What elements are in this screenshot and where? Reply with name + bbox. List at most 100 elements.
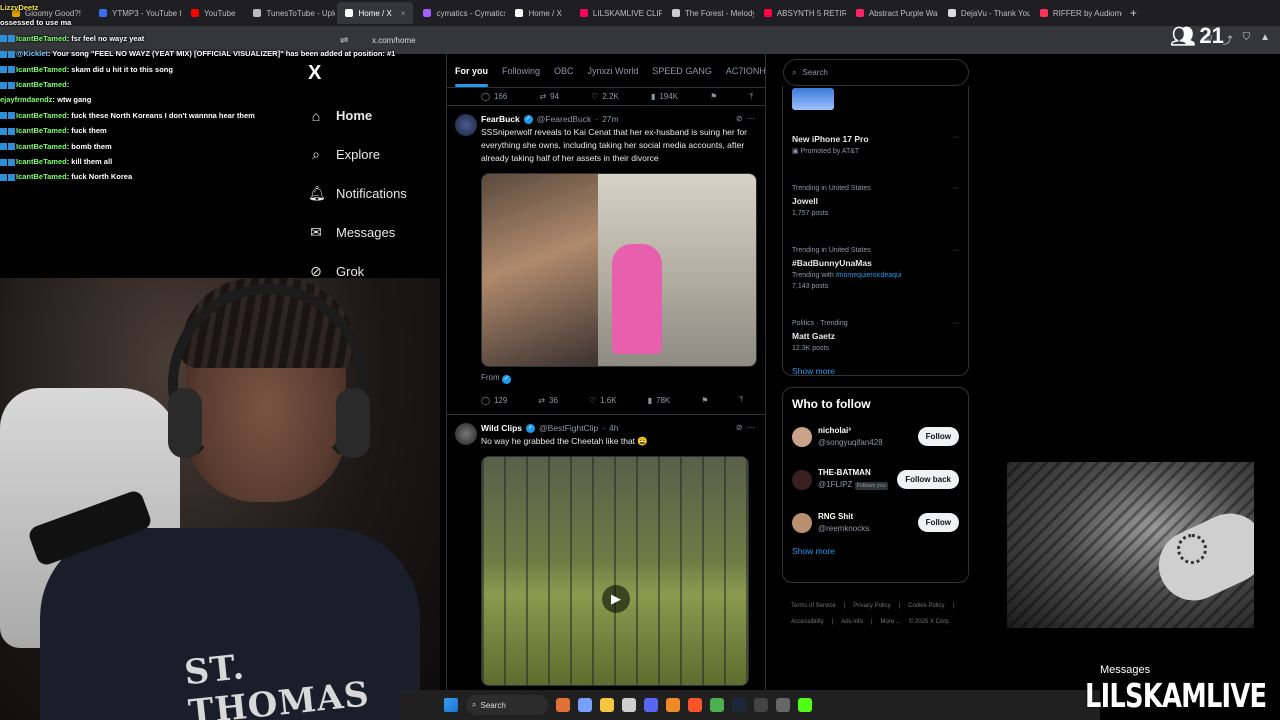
tweet-time[interactable]: 4h — [609, 423, 618, 433]
timeline-tab[interactable]: Following — [502, 66, 540, 76]
author-handle[interactable]: @FearedBuck — [537, 114, 591, 124]
grok-icon[interactable]: ⊘ — [736, 423, 743, 432]
store-icon[interactable] — [622, 698, 636, 712]
chat-username[interactable]: IcantBeTamed — [16, 34, 67, 43]
footer-link[interactable]: Cookie Policy — [908, 598, 944, 614]
browser-tab[interactable]: cymatics - Cymatics D — [415, 2, 505, 24]
footer-link[interactable]: Accessibility — [791, 614, 824, 630]
timeline-tab[interactable]: For you — [455, 66, 488, 87]
more-icon[interactable]: ··· — [952, 132, 959, 143]
chat-username[interactable]: IcantBeTamed — [16, 65, 67, 74]
widgets-icon[interactable] — [556, 698, 570, 712]
browser-tab[interactable]: DejaVu - Thank You | — [940, 2, 1030, 24]
avatar[interactable] — [792, 512, 812, 533]
browser-tab[interactable]: The Forest - Melody o — [664, 2, 754, 24]
chrome-icon[interactable] — [710, 698, 724, 712]
share-icon[interactable]: ⤴ — [1223, 32, 1233, 47]
new-tab-button[interactable]: + — [1124, 6, 1143, 20]
browser-tab[interactable]: Home / X × — [337, 2, 414, 24]
follow-suggestion[interactable]: RNG Shit @reemknocks Follow — [783, 501, 968, 544]
timeline-tab[interactable]: Jynxzi World — [588, 66, 639, 76]
footer-link[interactable]: Privacy Policy — [853, 598, 890, 614]
author-name[interactable]: Wild Clips — [481, 423, 522, 433]
steam-icon[interactable] — [732, 698, 746, 712]
follow-suggestion[interactable]: THE-BATMAN @1FLIPZ Follows you Follow back — [783, 458, 968, 501]
more-icon[interactable]: ··· — [952, 318, 959, 329]
browser-tab[interactable]: ABSYNTH 5 RETIRED — [756, 2, 846, 24]
ad-thumbnail[interactable] — [792, 88, 834, 110]
avatar[interactable] — [792, 426, 812, 447]
author-name[interactable]: FearBuck — [481, 114, 520, 124]
nav-item-home[interactable]: ⌂ Home — [308, 96, 412, 135]
show-more-link[interactable]: Show more — [783, 544, 968, 566]
promoted-trend[interactable]: New iPhone 17 Pro ▣ Promoted by AT&T ··· — [783, 126, 968, 163]
url-field[interactable]: x.com/home — [372, 36, 416, 45]
like-button[interactable]: ♡ 1.6K — [589, 396, 617, 405]
nav-item-notifications[interactable]: 🔔︎ Notifications — [308, 174, 412, 213]
show-more-link[interactable]: Show more — [783, 360, 968, 386]
timeline-tab[interactable]: OBC — [554, 66, 574, 76]
extension-icon[interactable]: ▲ — [1260, 32, 1270, 47]
fl-studio-icon[interactable] — [666, 698, 680, 712]
close-tab-icon[interactable]: × — [401, 9, 406, 18]
tweet-time[interactable]: 27m — [602, 114, 619, 124]
avatar[interactable] — [792, 469, 812, 490]
trend-related-hashtag[interactable]: #nomequieroirdeaqui — [836, 272, 902, 279]
follow-button[interactable]: Follow — [917, 513, 959, 532]
chat-username[interactable]: IcantBeTamed — [16, 142, 67, 151]
footer-link[interactable]: Ads info — [841, 614, 863, 630]
avatar[interactable] — [455, 423, 477, 445]
more-icon[interactable]: ··· — [747, 423, 755, 432]
more-icon[interactable]: ··· — [747, 114, 755, 123]
browser-tab[interactable]: LILSKAMLIVE CLIPS - — [572, 2, 662, 24]
site-info-icon[interactable]: ⇌ — [340, 35, 348, 46]
chat-username[interactable]: IcantBeTamed — [16, 80, 67, 89]
discord-icon[interactable] — [644, 698, 658, 712]
more-icon[interactable]: ··· — [952, 245, 959, 256]
copilot-icon[interactable] — [578, 698, 592, 712]
bookmark-icon[interactable]: ⚑ — [710, 92, 717, 101]
grok-icon[interactable]: ⊘ — [736, 114, 743, 123]
timeline-tab[interactable]: AC7IONHOU — [726, 66, 765, 76]
brave-icon[interactable] — [688, 698, 702, 712]
bookmark-icon[interactable]: ⚑ — [701, 396, 708, 405]
file-explorer-icon[interactable] — [600, 698, 614, 712]
reply-button[interactable]: ◯ 129 — [481, 396, 507, 405]
chat-username[interactable]: IcantBeTamed — [16, 111, 67, 120]
trend-item[interactable]: Politics · Trending Matt Gaetz 12.3K posts… — [783, 312, 968, 360]
search-input[interactable]: ⌕ Search — [783, 59, 969, 86]
tweet[interactable]: Wild Clips ✓ @BestFightClip · 4h ⊘ ··· N… — [447, 415, 765, 690]
follow-button[interactable]: Follow — [917, 427, 959, 446]
author-handle[interactable]: @BestFightClip — [539, 423, 598, 433]
follow-suggestion[interactable]: nicholai³ @songyuqifan428 Follow — [783, 415, 968, 458]
footer-link[interactable]: Terms of Service — [791, 598, 836, 614]
repost-button[interactable]: ⇄ 94 — [539, 92, 559, 101]
footer-link[interactable]: More ... — [881, 614, 901, 630]
tweet[interactable]: FearBuck ✓ @FearedBuck · 27m ⊘ ··· SSSni… — [447, 106, 765, 415]
x-logo[interactable]: X — [308, 62, 321, 85]
follow-button[interactable]: Follow back — [897, 470, 959, 489]
footer-link[interactable]: © 2025 X Corp. — [909, 614, 950, 630]
more-icon[interactable]: ··· — [952, 183, 959, 194]
shield-icon[interactable]: ⛉ — [1243, 32, 1251, 47]
trend-item[interactable]: Trending in United States Jowell 1,757 pos… — [783, 177, 968, 225]
timeline-tab[interactable]: SPEED GANG — [652, 66, 712, 76]
share-icon[interactable]: ⤒ — [739, 395, 743, 405]
browser-tab[interactable]: RIFFER by Audiomode — [1032, 2, 1122, 24]
like-button[interactable]: ♡ 2.2K — [591, 92, 619, 101]
chat-username[interactable]: LizzyDeetz — [0, 3, 38, 12]
tweet-video[interactable]: ▶ — [481, 456, 749, 686]
windows-start-icon[interactable] — [444, 698, 458, 712]
chat-username[interactable]: ejayfrmdaendz — [0, 95, 53, 104]
chat-username[interactable]: @Kicklet — [16, 49, 48, 58]
trend-item[interactable]: Trending in United States #BadBunnyUnaMas… — [783, 239, 968, 298]
chat-username[interactable]: IcantBeTamed — [16, 172, 67, 181]
kick-icon[interactable] — [798, 698, 812, 712]
play-icon[interactable]: ▶ — [602, 585, 630, 613]
browser-tab[interactable]: Home / X — [507, 2, 569, 24]
share-icon[interactable]: ⤒ — [749, 92, 753, 102]
views-button[interactable]: ▮ 194K — [651, 92, 678, 101]
app-icon[interactable] — [754, 698, 768, 712]
nav-item-explore[interactable]: ⌕ Explore — [308, 135, 412, 174]
repost-button[interactable]: ⇄ 36 — [538, 396, 558, 405]
